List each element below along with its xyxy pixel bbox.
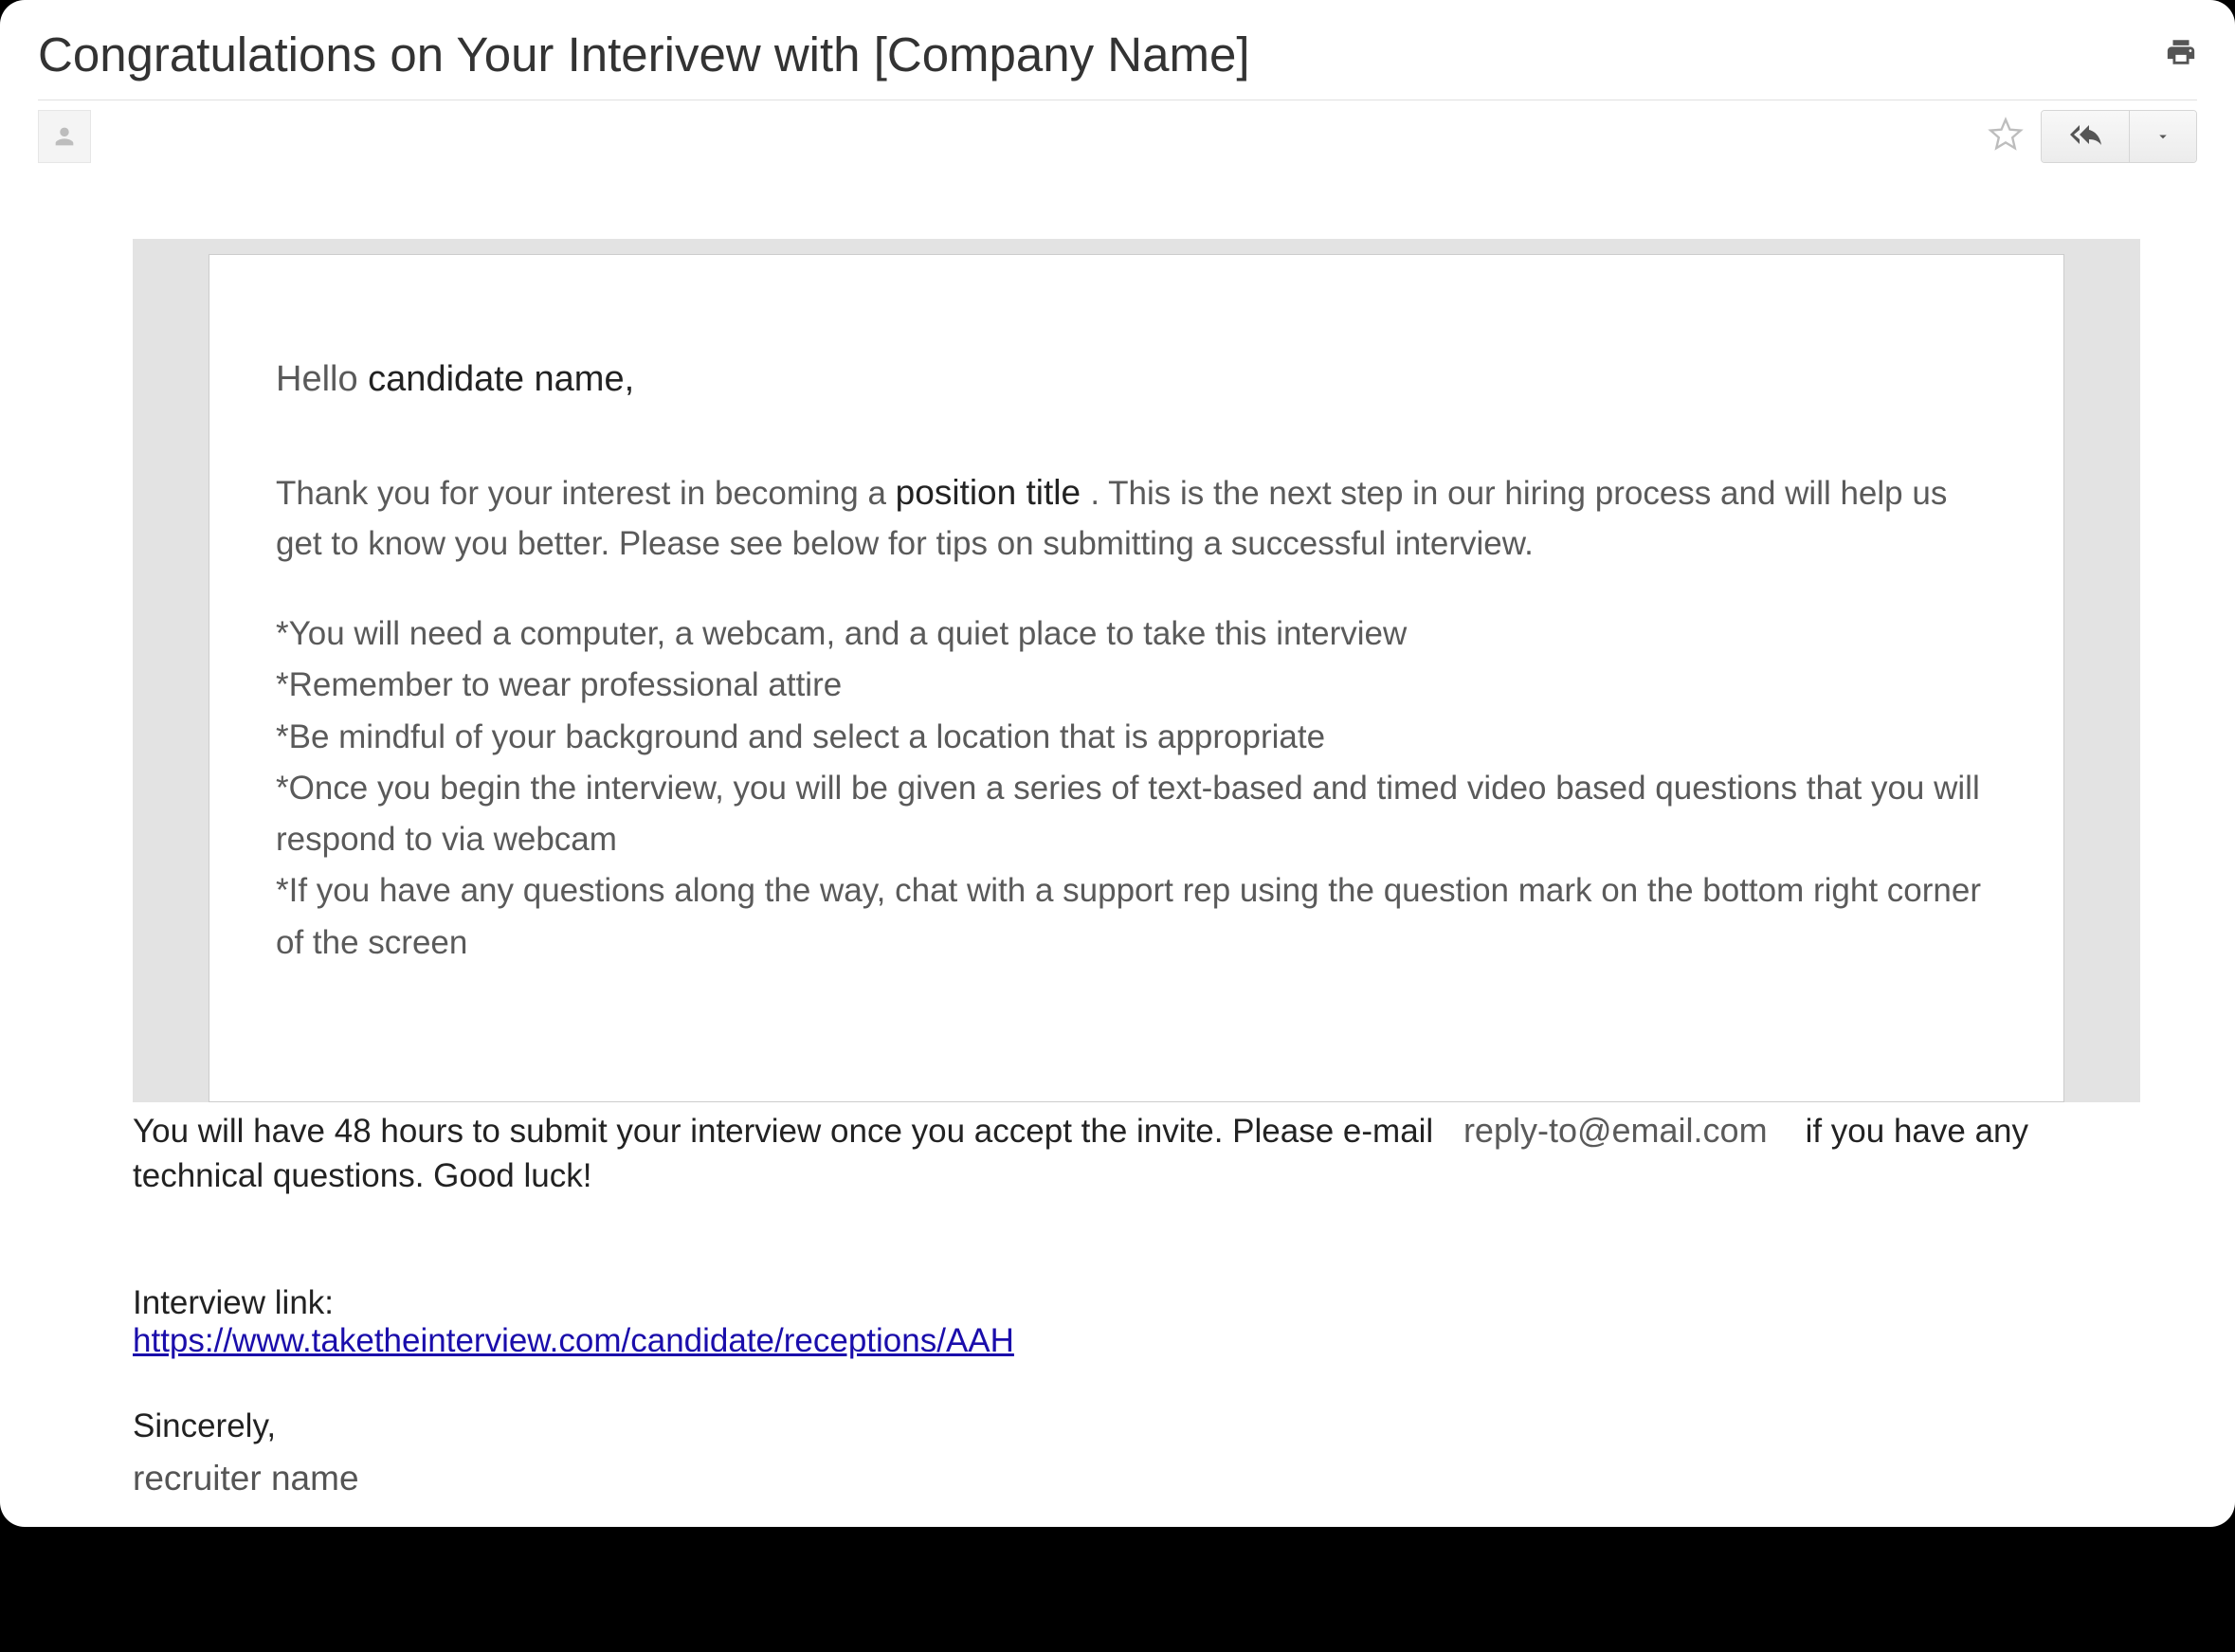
tip-line: *You will need a computer, a webcam, and… xyxy=(276,608,1997,660)
interview-link[interactable]: https://www.taketheinterview.com/candida… xyxy=(133,1322,1014,1359)
chevron-down-icon xyxy=(2154,128,2171,145)
footer-note: You will have 48 hours to submit your in… xyxy=(133,1108,2140,1199)
reply-all-button[interactable] xyxy=(2042,111,2129,162)
position-title-placeholder: position title xyxy=(896,473,1091,512)
email-header: Congratulations on Your Interivew with [… xyxy=(38,27,2197,100)
email-subject: Congratulations on Your Interivew with [… xyxy=(38,27,1250,82)
tip-line: *Remember to wear professional attire xyxy=(276,660,1997,711)
tip-line: *If you have any questions along the way… xyxy=(276,865,1997,969)
tips-list: *You will need a computer, a webcam, and… xyxy=(276,608,1997,969)
greeting-line: Hello candidate name, xyxy=(276,359,1997,400)
sender-avatar[interactable] xyxy=(38,110,91,163)
email-window: Congratulations on Your Interivew with [… xyxy=(0,0,2235,1527)
tip-line: *Be mindful of your background and selec… xyxy=(276,712,1997,763)
message-panel: Hello candidate name, Thank you for your… xyxy=(209,254,2064,1102)
intro-paragraph: Thank you for your interest in becoming … xyxy=(276,466,1997,569)
print-icon xyxy=(2165,36,2197,68)
email-toolbar xyxy=(38,100,2197,163)
reply-to-placeholder: reply-to@email.com xyxy=(1463,1111,1777,1150)
greeting-hello: Hello xyxy=(276,359,358,399)
print-button[interactable] xyxy=(2165,36,2197,73)
star-button[interactable] xyxy=(1982,111,2029,163)
star-icon xyxy=(1988,117,2024,153)
quoted-frame: Hello candidate name, Thank you for your… xyxy=(133,239,2140,1102)
more-actions-button[interactable] xyxy=(2129,111,2196,162)
reply-button-group xyxy=(2041,110,2197,163)
intro-part1: Thank you for your interest in becoming … xyxy=(276,475,896,512)
interview-link-section: Interview link: https://www.taketheinter… xyxy=(133,1284,2140,1360)
toolbar-actions xyxy=(1982,110,2197,163)
candidate-name-placeholder: candidate name, xyxy=(368,359,634,399)
signoff: Sincerely, xyxy=(133,1407,2140,1445)
footer-part1: You will have 48 hours to submit your in… xyxy=(133,1113,1443,1150)
tip-line: *Once you begin the interview, you will … xyxy=(276,763,1997,866)
recruiter-name-placeholder: recruiter name xyxy=(133,1459,2140,1498)
interview-link-label: Interview link: xyxy=(133,1284,2140,1322)
email-body: Hello candidate name, Thank you for your… xyxy=(38,163,2197,1498)
reply-all-icon xyxy=(2066,124,2104,149)
person-icon xyxy=(51,123,78,150)
